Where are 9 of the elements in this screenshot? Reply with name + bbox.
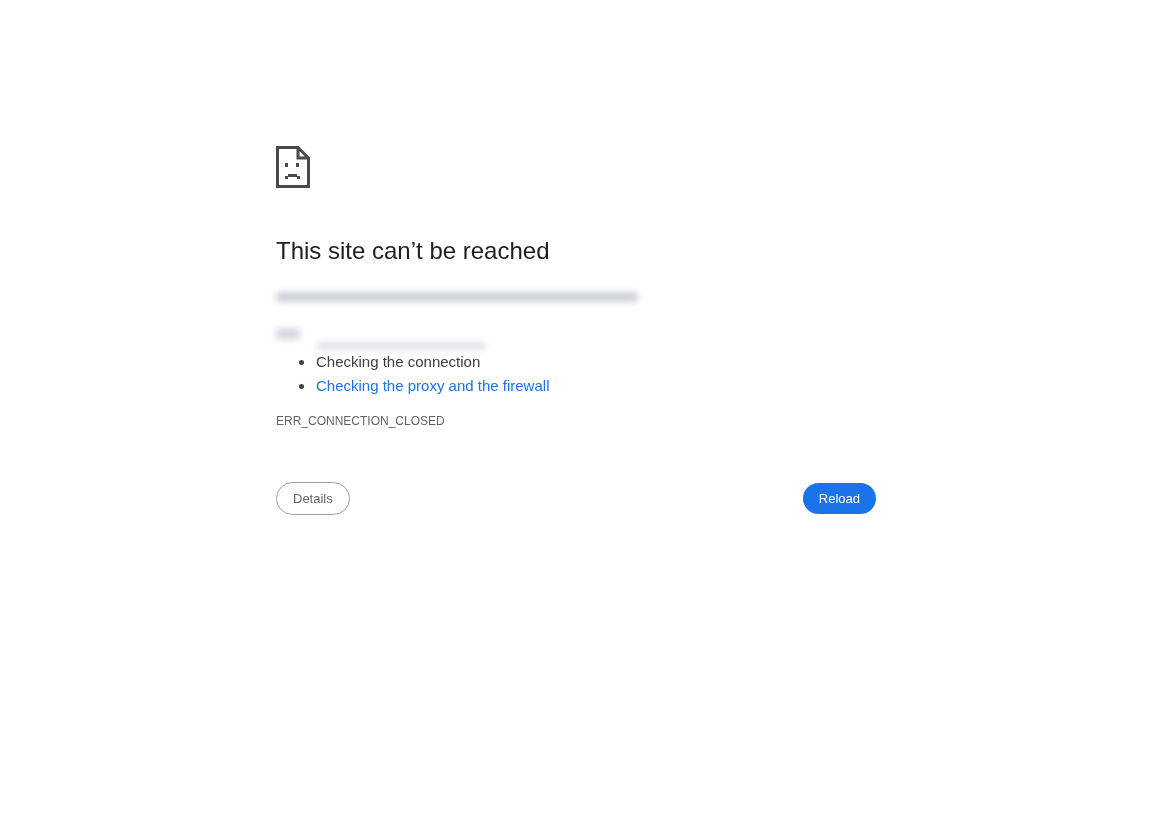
sad-page-icon: [276, 146, 310, 188]
bullet-icon: [299, 359, 304, 365]
reload-button[interactable]: Reload: [802, 483, 876, 514]
bullet-icon: [299, 383, 304, 389]
details-button[interactable]: Details: [276, 482, 350, 515]
error-heading: This site can’t be reached: [276, 236, 550, 266]
error-code: ERR_CONNECTION_CLOSED: [276, 413, 445, 430]
suggestion-link[interactable]: Checking the proxy and the firewall: [316, 374, 550, 398]
suggestion-text: Checking the connection: [316, 352, 481, 372]
